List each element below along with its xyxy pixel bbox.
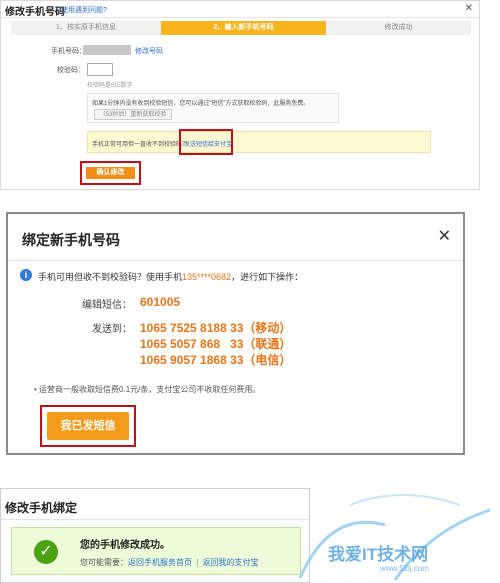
- panel-title: 修改手机号码: [5, 7, 65, 18]
- link-separator: |: [196, 558, 199, 567]
- masked-phone: 135****0682: [182, 272, 232, 282]
- dialog-title: 绑定新手机号码: [22, 232, 120, 248]
- info-icon: i: [20, 269, 32, 281]
- phone-label: 手机号码：: [51, 48, 86, 55]
- maybe-label: 您可能需要：: [80, 558, 128, 567]
- code-label: 校验码：: [57, 67, 85, 74]
- resend-code-button[interactable]: （53秒后）重新获取校验: [94, 109, 172, 120]
- bind-new-phone-dialog: 绑定新手机号码 ✕ i 手机可用但收不到校验码？使用手机135****0682，…: [6, 212, 465, 455]
- step-1: 1、核实原手机信息: [11, 21, 161, 35]
- step-progress: 1、核实原手机信息 2、输入新手机号码 修改成功: [11, 21, 471, 35]
- send-sms-to-alipay-link[interactable]: 发送短信给支付宝: [184, 139, 232, 148]
- help-link[interactable]: 使用遇到问题?: [61, 5, 107, 15]
- watermark-text: 我爱IT技术网: [328, 545, 429, 564]
- number-unicom: 1065 5057 868 33（联通）: [140, 337, 292, 351]
- watermark: 我爱IT技术网 www.52ij.com: [290, 490, 500, 583]
- highlight-confirm: 确认修改: [80, 161, 141, 185]
- notice-text: 如果1分钟内没有收到校验短信，您可以通过“短信”方式获取校验码，此服务免费。: [92, 101, 310, 107]
- highlight-send-sms: 发送短信给支付宝: [179, 129, 233, 155]
- send-to-label: 发送到：: [92, 324, 132, 335]
- step-3: 修改成功: [326, 21, 471, 35]
- watermark-url: www.52ij.com: [380, 564, 429, 573]
- check-icon: ✓: [34, 540, 58, 564]
- alt-method-text: 手机正常可用但一直收不到校验码？: [92, 142, 189, 148]
- info-text-pre: 手机可用但收不到校验码？使用手机: [38, 272, 183, 282]
- back-to-phone-service-link[interactable]: 返回手机服务首页: [128, 558, 192, 567]
- sms-code: 601005: [140, 295, 181, 309]
- next-actions: 您可能需要：返回手机服务首页 | 返回我的支付宝: [80, 557, 259, 568]
- highlight-sent-button: 我已发短信: [40, 405, 136, 447]
- close-icon[interactable]: ✕: [438, 226, 451, 246]
- fee-note: • 运营商一般收取短信费0.1元/条，支付宝公司不收取任何费用。: [34, 385, 261, 394]
- back-to-my-alipay-link[interactable]: 返回我的支付宝: [203, 558, 259, 567]
- success-box: ✓ 您的手机修改成功。 您可能需要：返回手机服务首页 | 返回我的支付宝: [11, 527, 301, 575]
- modify-phone-panel: 修改手机号码 使用遇到问题? ✕ 1、核实原手机信息 2、输入新手机号码 修改成…: [0, 0, 480, 190]
- modify-success-panel: 修改手机绑定 ✓ 您的手机修改成功。 您可能需要：返回手机服务首页 | 返回我的…: [0, 488, 310, 583]
- phone-number-field: [83, 45, 131, 55]
- info-text-post: ，进行如下操作：: [231, 272, 304, 282]
- panel-title: 修改手机绑定: [5, 501, 78, 515]
- number-mobile: 1065 7525 8188 33（移动）: [140, 321, 292, 335]
- divider: [1, 519, 309, 520]
- close-icon[interactable]: ✕: [465, 3, 473, 14]
- success-message: 您的手机修改成功。: [80, 540, 170, 551]
- info-line: 手机可用但收不到校验码？使用手机135****0682，进行如下操作：: [38, 270, 303, 283]
- panel-header: 修改手机号码 使用遇到问题? ✕: [1, 1, 479, 18]
- alt-method-bar: 手机正常可用但一直收不到校验码？: [87, 131, 431, 153]
- code-hint: 校验码是6位数字: [87, 83, 133, 89]
- sent-sms-button[interactable]: 我已发短信: [47, 412, 129, 440]
- edit-sms-label: 编辑短信：: [82, 300, 132, 311]
- sms-notice-box: 如果1分钟内没有收到校验短信，您可以通过“短信”方式获取校验码，此服务免费。 （…: [87, 93, 339, 123]
- step-2-active: 2、输入新手机号码: [161, 21, 326, 35]
- confirm-modify-button[interactable]: 确认修改: [86, 167, 135, 179]
- dialog-header: 绑定新手机号码 ✕: [8, 214, 463, 261]
- modify-number-link[interactable]: 修改号码: [135, 46, 163, 56]
- code-input[interactable]: [87, 63, 113, 76]
- number-telecom: 1065 9057 1868 33（电信）: [140, 353, 292, 367]
